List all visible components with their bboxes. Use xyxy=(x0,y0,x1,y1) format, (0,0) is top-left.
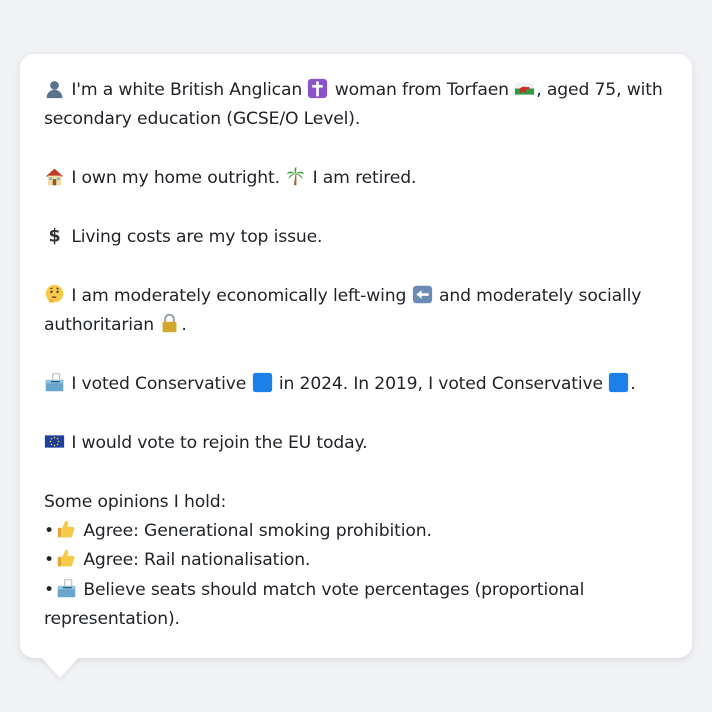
thinking-face-icon xyxy=(44,284,65,305)
eu-text: I would vote to rejoin the EU today. xyxy=(71,432,368,453)
opinions-section: Some opinions I hold: • Agree: Generatio… xyxy=(44,488,668,635)
message-bubble: I'm a white British Anglican woman from … xyxy=(20,54,692,658)
top-issue-text: Living costs are my top issue. xyxy=(71,227,323,247)
identity-text-2: woman from Torfaen xyxy=(334,80,509,100)
politics-paragraph: I am moderately economically left-wing a… xyxy=(44,282,668,341)
dollar-sign-icon: $ xyxy=(44,225,65,246)
list-item: • Believe seats should match vote percen… xyxy=(44,576,668,635)
svg-text:$: $ xyxy=(48,227,60,246)
top-issue-paragraph: $ Living costs are my top issue. xyxy=(44,223,668,252)
employment-text: I am retired. xyxy=(312,168,417,189)
eu-flag-icon xyxy=(44,431,65,452)
left-arrow-icon xyxy=(412,284,433,305)
identity-text-1: I'm a white British Anglican xyxy=(71,80,303,100)
bullet: • xyxy=(44,521,54,541)
list-item: • Agree: Generational smoking prohibitio… xyxy=(44,517,668,546)
eu-paragraph: I would vote to rejoin the EU today. xyxy=(44,429,668,458)
home-ownership-text: I own my home outright. xyxy=(71,168,280,189)
vote-text-3: . xyxy=(630,374,636,394)
politics-text-1: I am moderately economically left-wing xyxy=(71,285,407,306)
wales-flag-icon xyxy=(514,78,535,99)
bubble-tail xyxy=(40,656,80,678)
house-icon xyxy=(44,166,65,187)
opinion-text: Agree: Generational smoking prohibition. xyxy=(83,521,432,541)
lock-icon xyxy=(159,313,180,334)
person-silhouette-icon xyxy=(44,78,65,99)
opinion-text: Believe seats should match vote percenta… xyxy=(44,579,585,630)
palm-tree-icon xyxy=(285,166,306,187)
vote-paragraph: I voted Conservative in 2024. In 2019, I… xyxy=(44,370,668,399)
list-item: • Agree: Rail nationalisation. xyxy=(44,546,668,575)
ballot-box-icon xyxy=(56,578,77,599)
politics-text-3: . xyxy=(181,315,187,336)
opinion-text: Agree: Rail nationalisation. xyxy=(83,550,311,571)
vote-text-1: I voted Conservative xyxy=(71,374,247,394)
blue-square-icon xyxy=(252,372,273,393)
vote-text-2: in 2024. In 2019, I voted Conservative xyxy=(278,374,603,394)
thumbs-up-icon xyxy=(56,548,77,569)
identity-paragraph: I'm a white British Anglican woman from … xyxy=(44,76,668,135)
blue-square-icon xyxy=(608,372,629,393)
bullet: • xyxy=(44,579,54,600)
ballot-box-icon xyxy=(44,372,65,393)
housing-paragraph: I own my home outright. I am retired. xyxy=(44,164,668,193)
bullet: • xyxy=(44,550,54,571)
thumbs-up-icon xyxy=(56,519,77,540)
latin-cross-icon xyxy=(307,78,328,99)
opinions-heading: Some opinions I hold: xyxy=(44,491,227,512)
